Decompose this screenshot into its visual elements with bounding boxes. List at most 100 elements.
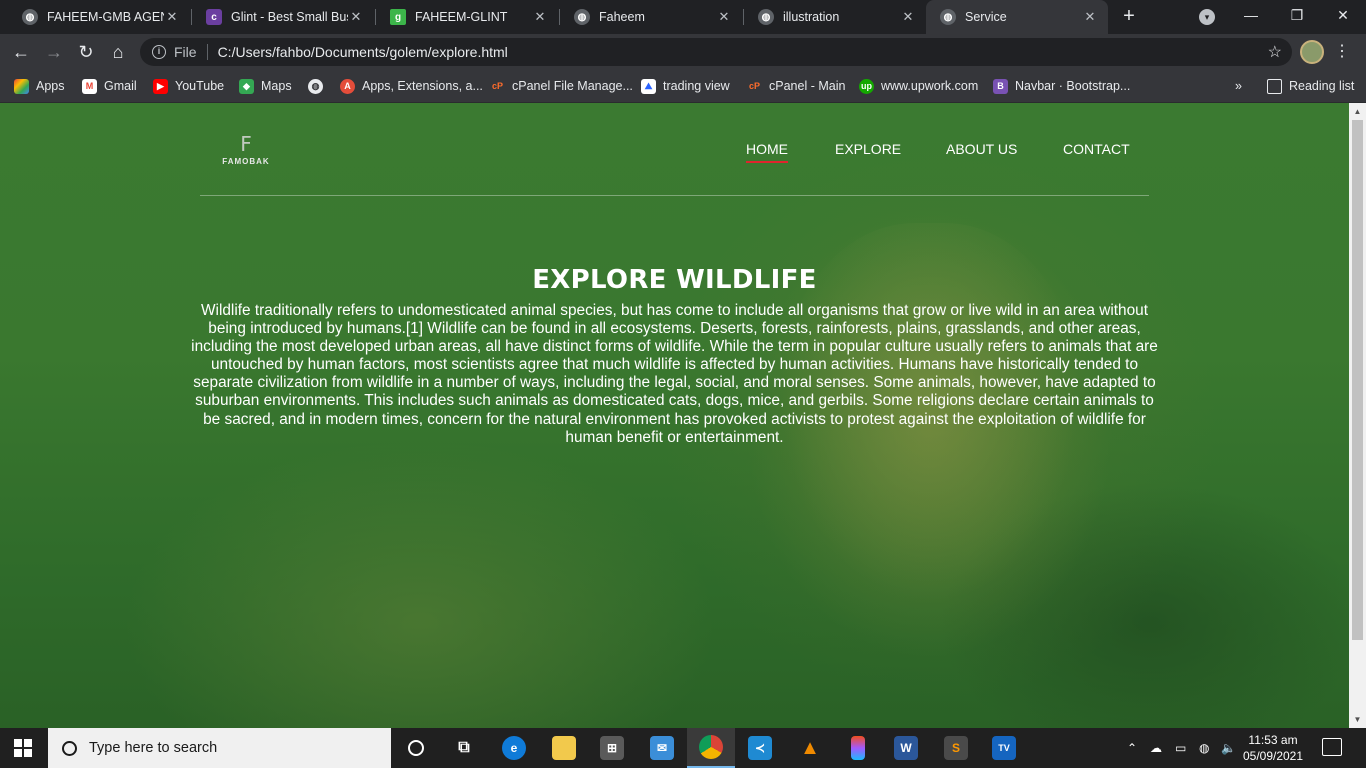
close-tab-icon[interactable]: ✕ xyxy=(164,9,180,25)
profile-avatar[interactable] xyxy=(1300,40,1324,64)
browser-tab[interactable]: ◍ illustration ✕ xyxy=(744,0,926,34)
taskbar-store[interactable]: ⊞ xyxy=(588,728,636,768)
search-placeholder: Type here to search xyxy=(89,740,218,756)
figma-icon xyxy=(851,736,865,760)
taskbar-chrome[interactable] xyxy=(687,728,735,768)
volume-icon[interactable]: 🔈 xyxy=(1221,728,1236,768)
globe-icon: ◍ xyxy=(22,9,38,25)
bookmark-star-icon[interactable]: ☆ xyxy=(1268,42,1282,62)
taskbar-word[interactable]: W xyxy=(882,728,930,768)
nav-about-us[interactable]: ABOUT US xyxy=(946,141,1017,157)
taskbar-clock[interactable]: 11:53 am 05/09/2021 xyxy=(1240,732,1306,764)
battery-icon[interactable]: ▭ xyxy=(1175,728,1186,768)
bookmarks-overflow-icon[interactable]: » xyxy=(1235,76,1242,96)
taskbar-vlc[interactable]: ▲ xyxy=(786,728,834,768)
taskbar-edge[interactable]: e xyxy=(490,728,538,768)
bookmark-cpanel-file-manager[interactable]: cP cPanel File Manage... xyxy=(490,76,633,96)
vlc-icon: ▲ xyxy=(800,736,820,759)
youtube-icon: ▶ xyxy=(153,78,168,94)
nav-explore[interactable]: EXPLORE xyxy=(835,141,901,157)
clock-date: 05/09/2021 xyxy=(1242,749,1304,763)
taskbar-sublime[interactable]: S xyxy=(932,728,980,768)
windows-taskbar: Type here to search ⧉ e ⊞ ✉ ≺ ▲ W S TV ⌃… xyxy=(0,728,1366,768)
clock-time: 11:53 am xyxy=(1248,733,1298,747)
store-icon: ⊞ xyxy=(600,736,624,760)
glint-icon: g xyxy=(390,9,406,25)
word-icon: W xyxy=(894,736,918,760)
scroll-down-arrow-icon[interactable]: ▼ xyxy=(1349,711,1366,728)
close-tab-icon[interactable]: ✕ xyxy=(716,9,732,25)
close-tab-icon[interactable]: ✕ xyxy=(532,9,548,25)
cortana-button[interactable] xyxy=(392,728,440,768)
reload-icon[interactable]: ↻ xyxy=(74,40,98,64)
edge-icon: e xyxy=(502,736,526,760)
tab-search-icon[interactable]: ▾ xyxy=(1199,9,1215,25)
cpanel-icon: cP xyxy=(748,81,760,91)
close-tab-icon[interactable]: ✕ xyxy=(348,9,364,25)
info-icon[interactable]: i xyxy=(152,45,166,59)
onedrive-cloud-icon[interactable]: ☁ xyxy=(1150,728,1162,768)
page-viewport: F FAMOBAK HOME EXPLORE ABOUT US CONTACT … xyxy=(0,103,1349,728)
close-tab-icon[interactable]: ✕ xyxy=(1082,9,1098,25)
taskbar-file-explorer[interactable] xyxy=(540,728,588,768)
scroll-thumb[interactable] xyxy=(1352,120,1363,640)
logo-text: FAMOBAK xyxy=(222,157,270,166)
bookmark-apps[interactable]: Apps xyxy=(14,76,65,96)
page-scrollbar[interactable]: ▲ ▼ xyxy=(1349,103,1366,728)
nav-contact[interactable]: CONTACT xyxy=(1063,141,1130,157)
browser-tab[interactable]: ◍ FAHEEM-GMB AGENCY ✕ xyxy=(8,0,190,34)
address-divider xyxy=(206,44,208,60)
browser-tab[interactable]: ◍ Faheem ✕ xyxy=(560,0,742,34)
scroll-up-arrow-icon[interactable]: ▲ xyxy=(1349,103,1366,120)
bookmark-globe[interactable]: ◍ xyxy=(308,76,330,96)
taskbar-figma[interactable] xyxy=(834,728,882,768)
restore-icon[interactable]: ❐ xyxy=(1274,0,1320,30)
close-window-icon[interactable]: ✕ xyxy=(1320,0,1366,30)
forward-arrow-icon[interactable]: → xyxy=(42,40,66,64)
bookmark-bootstrap-navbar[interactable]: B Navbar · Bootstrap... xyxy=(993,76,1130,96)
app-tv-icon: TV xyxy=(992,736,1016,760)
windows-start-icon[interactable] xyxy=(14,739,32,757)
bookmark-maps[interactable]: ◆ Maps xyxy=(239,76,292,96)
upwork-icon: up xyxy=(859,78,874,94)
extensions-icon: A xyxy=(340,78,355,94)
menu-kebab-icon[interactable]: ⋮ xyxy=(1334,40,1350,64)
taskbar-mail[interactable]: ✉ xyxy=(638,728,686,768)
browser-tab[interactable]: c Glint - Best Small Business ✕ xyxy=(192,0,374,34)
maps-icon: ◆ xyxy=(239,78,254,94)
home-icon[interactable]: ⌂ xyxy=(106,40,130,64)
taskbar-app-tv[interactable]: TV xyxy=(980,728,1028,768)
tray-chevron-icon[interactable]: ⌃ xyxy=(1127,728,1137,768)
globe-icon: ◍ xyxy=(758,9,774,25)
notification-center-icon[interactable] xyxy=(1322,738,1342,756)
colorlib-icon: c xyxy=(206,9,222,25)
site-logo[interactable]: F FAMOBAK xyxy=(220,133,272,166)
bookmark-cpanel-main[interactable]: cP cPanel - Main xyxy=(747,76,845,96)
nav-home[interactable]: HOME xyxy=(746,141,788,163)
bookmark-extensions[interactable]: A Apps, Extensions, a... xyxy=(340,76,483,96)
bookmark-gmail[interactable]: M Gmail xyxy=(82,76,137,96)
header-divider xyxy=(200,195,1149,196)
reading-list-button[interactable]: Reading list xyxy=(1267,76,1354,96)
browser-tab[interactable]: g FAHEEM-GLINT ✕ xyxy=(376,0,558,34)
logo-mark: F xyxy=(240,132,252,156)
address-bar[interactable]: i File C:/Users/fahbo/Documents/golem/ex… xyxy=(140,38,1292,66)
close-tab-icon[interactable]: ✕ xyxy=(900,9,916,25)
bookmark-upwork[interactable]: up www.upwork.com xyxy=(859,76,978,96)
minimize-icon[interactable]: — xyxy=(1228,0,1274,30)
bookmark-trading-view[interactable]: ⛰ trading view xyxy=(641,76,730,96)
browser-toolbar: ← → ↻ ⌂ i File C:/Users/fahbo/Documents/… xyxy=(0,34,1366,70)
bookmarks-bar: Apps M Gmail ▶ YouTube ◆ Maps ◍ A Apps, … xyxy=(0,70,1366,103)
address-url[interactable]: C:/Users/fahbo/Documents/golem/explore.h… xyxy=(218,44,1268,60)
back-arrow-icon[interactable]: ← xyxy=(9,40,33,64)
browser-tab-strip: ◍ FAHEEM-GMB AGENCY ✕ c Glint - Best Sma… xyxy=(0,0,1366,34)
globe-icon: ◍ xyxy=(940,9,956,25)
task-view-button[interactable]: ⧉ xyxy=(440,728,488,768)
new-tab-button[interactable]: + xyxy=(1118,4,1140,28)
vscode-icon: ≺ xyxy=(748,736,772,760)
browser-tab-active[interactable]: ◍ Service ✕ xyxy=(926,0,1108,34)
taskbar-vscode[interactable]: ≺ xyxy=(736,728,784,768)
bookmark-youtube[interactable]: ▶ YouTube xyxy=(153,76,224,96)
network-globe-icon[interactable]: ◍ xyxy=(1199,728,1209,768)
taskbar-search-box[interactable]: Type here to search xyxy=(48,728,391,768)
